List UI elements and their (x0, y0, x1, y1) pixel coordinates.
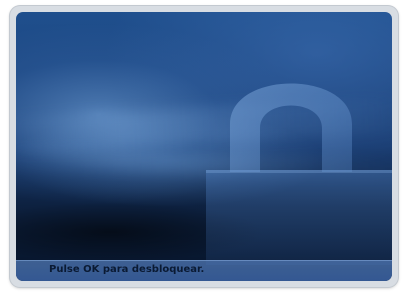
unlock-instruction: Pulse OK para desbloquear. (49, 264, 205, 275)
padlock-body-edge (206, 170, 392, 173)
padlock-body (206, 170, 392, 265)
status-bar: Pulse OK para desbloquear. (16, 260, 392, 281)
device-frame: Pulse OK para desbloquear. (10, 6, 398, 287)
padlock-shackle (230, 83, 352, 172)
padlock-icon (206, 83, 392, 265)
lock-screen[interactable]: Pulse OK para desbloquear. (16, 12, 392, 281)
